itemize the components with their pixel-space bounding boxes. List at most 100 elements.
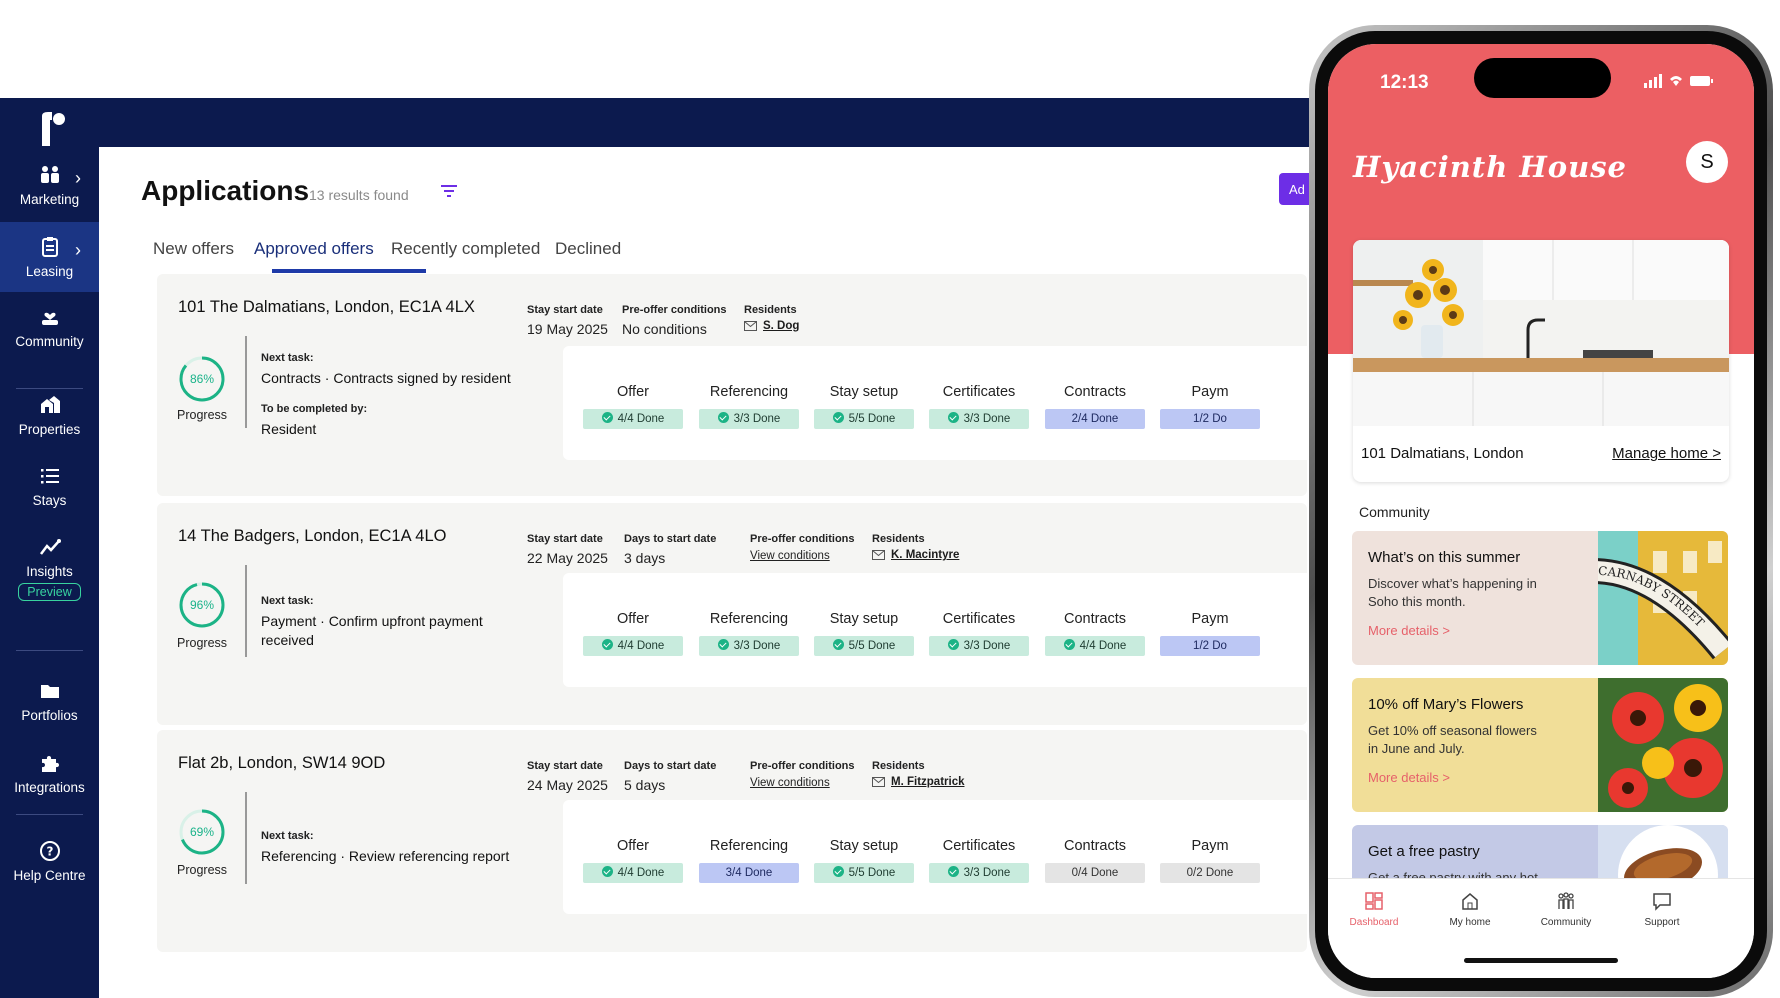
next-task-label: Next task: [261, 352, 314, 364]
community-card[interactable]: What’s on this summer Discover what’s ha… [1352, 531, 1728, 665]
step-referencing[interactable]: Referencing 3/4 Done [699, 800, 799, 883]
application-address[interactable]: 14 The Badgers, London, EC1A 4LO [178, 527, 446, 546]
step-name: Contracts [1063, 384, 1127, 400]
step-status-badge: 5/5 Done [814, 636, 914, 656]
manage-home-link[interactable]: Manage home > [1612, 445, 1721, 462]
step-contracts[interactable]: Contracts 2/4 Done [1045, 346, 1145, 429]
results-count: 13 results found [309, 187, 409, 203]
mail-icon [744, 321, 757, 331]
meta-label: Stay start date [527, 533, 603, 545]
stay-start-meta: Stay start date 22 May 2025 [527, 533, 608, 566]
step-status-badge: 0/2 Done [1160, 863, 1260, 883]
tab-support[interactable]: Support [1622, 891, 1702, 928]
nav-help-centre[interactable]: ? Help Centre [0, 826, 99, 896]
nav-integrations[interactable]: Integrations [0, 738, 99, 808]
application-card[interactable]: 14 The Badgers, London, EC1A 4LO Stay st… [157, 503, 1307, 725]
screenshot-stage: › Marketing › Leasing Community Properti… [0, 0, 1780, 998]
nav-label: Insights [26, 564, 73, 579]
card-description: Get 10% off seasonal flowers in June and… [1368, 723, 1537, 756]
resident-name: S. Dog [763, 320, 800, 332]
stay-start-meta: Stay start date 24 May 2025 [527, 760, 608, 793]
phone-mockup: 12:13 Hyacinth House S 101 Dalmatians, L… [1309, 25, 1773, 997]
dashboard-icon [1365, 892, 1383, 910]
step-tracker: Offer 4/4 Done Referencing 3/3 Done Stay set… [563, 573, 1307, 687]
pre-offer-meta: Pre-offer conditions View conditions [750, 533, 855, 562]
list-icon [40, 469, 59, 484]
stay-start-value: 22 May 2025 [527, 550, 608, 566]
view-conditions-link[interactable]: View conditions [750, 550, 855, 562]
nav-portfolios[interactable]: Portfolios [0, 666, 99, 736]
nav-stays[interactable]: Stays [0, 451, 99, 521]
puzzle-icon [41, 756, 59, 772]
application-address[interactable]: Flat 2b, London, SW14 9OD [178, 754, 385, 773]
step-name: Referencing [709, 384, 789, 400]
step-offer[interactable]: Offer 4/4 Done [583, 346, 683, 429]
step-status-badge: 3/3 Done [929, 636, 1029, 656]
step-stay-setup[interactable]: Stay setup 5/5 Done [814, 573, 914, 656]
check-circle-icon [601, 639, 613, 650]
tab-approved-offers[interactable]: Approved offers [254, 239, 374, 259]
step-stay-setup[interactable]: Stay setup 5/5 Done [814, 800, 914, 883]
page-title: Applications [141, 175, 310, 206]
step-certificates[interactable]: Certificates 3/3 Done [929, 346, 1029, 429]
tab-label: Community [1540, 917, 1592, 928]
nav-insights[interactable]: Insights Preview [0, 522, 99, 612]
step-referencing[interactable]: Referencing 3/3 Done [699, 573, 799, 656]
nav-leasing[interactable]: › Leasing [0, 222, 99, 292]
step-offer[interactable]: Offer 4/4 Done [583, 573, 683, 656]
nav-marketing[interactable]: › Marketing [0, 150, 99, 220]
hand-heart-icon [41, 312, 58, 325]
chart-line-icon [39, 539, 61, 555]
divider [245, 565, 247, 657]
meta-label: Residents [872, 760, 925, 772]
check-circle-icon [947, 412, 959, 423]
tab-my-home[interactable]: My home [1430, 891, 1510, 928]
nav-community[interactable]: Community [0, 292, 99, 362]
step-contracts[interactable]: Contracts 0/4 Done [1045, 800, 1145, 883]
check-circle-icon [1063, 639, 1075, 650]
application-card[interactable]: Flat 2b, London, SW14 9OD Stay start dat… [157, 730, 1307, 952]
application-card[interactable]: 101 The Dalmatians, London, EC1A 4LX Sta… [157, 274, 1307, 496]
step-certificates[interactable]: Certificates 3/3 Done [929, 573, 1029, 656]
nav-divider [16, 814, 83, 815]
tab-recently-completed[interactable]: Recently completed [391, 239, 540, 259]
property-name: Hyacinth House [1353, 150, 1627, 184]
divider [245, 792, 247, 884]
meta-label: Residents [872, 533, 925, 545]
people-icon [40, 166, 59, 183]
nav-properties[interactable]: Properties [0, 380, 99, 450]
meta-label: Stay start date [527, 760, 603, 772]
tab-community[interactable]: Community [1526, 891, 1606, 928]
step-referencing[interactable]: Referencing 3/3 Done [699, 346, 799, 429]
resident-name: M. Fitzpatrick [891, 776, 965, 788]
step-tracker: Offer 4/4 Done Referencing 3/3 Done Stay set… [563, 346, 1307, 460]
view-conditions-link[interactable]: View conditions [750, 777, 855, 789]
step-offer[interactable]: Offer 4/4 Done [583, 800, 683, 883]
days-to-start-value: 5 days [624, 777, 666, 793]
applications-main: Applications 13 results found Ad New off… [99, 147, 1339, 998]
step-stay-setup[interactable]: Stay setup 5/5 Done [814, 346, 914, 429]
step-paym[interactable]: Paym 1/2 Do [1160, 346, 1260, 429]
step-paym[interactable]: Paym 0/2 Done [1160, 800, 1260, 883]
filter-icon[interactable] [439, 181, 459, 201]
application-address[interactable]: 101 The Dalmatians, London, EC1A 4LX [178, 298, 475, 317]
resident-link[interactable]: S. Dog [744, 320, 799, 332]
next-task-label: Next task: [261, 595, 314, 607]
step-paym[interactable]: Paym 1/2 Do [1160, 573, 1260, 656]
community-card[interactable]: 10% off Mary’s Flowers Get 10% off seaso… [1352, 678, 1728, 812]
tab-new-offers[interactable]: New offers [153, 239, 234, 259]
step-certificates[interactable]: Certificates 3/3 Done [929, 800, 1029, 883]
home-card[interactable]: 101 Dalmatians, London Manage home > [1353, 240, 1729, 482]
flowers-photo [1598, 678, 1728, 812]
more-details-link[interactable]: More details > [1368, 623, 1450, 638]
folder-icon [40, 685, 59, 698]
nav-label: Stays [32, 493, 67, 508]
step-contracts[interactable]: Contracts 4/4 Done [1045, 573, 1145, 656]
more-details-link[interactable]: More details > [1368, 770, 1450, 785]
tab-dashboard[interactable]: Dashboard [1334, 891, 1414, 928]
chat-icon [1653, 893, 1671, 911]
tab-declined[interactable]: Declined [555, 239, 621, 259]
resident-link[interactable]: M. Fitzpatrick [872, 776, 964, 788]
avatar[interactable]: S [1686, 141, 1728, 183]
resident-link[interactable]: K. Macintyre [872, 549, 959, 561]
